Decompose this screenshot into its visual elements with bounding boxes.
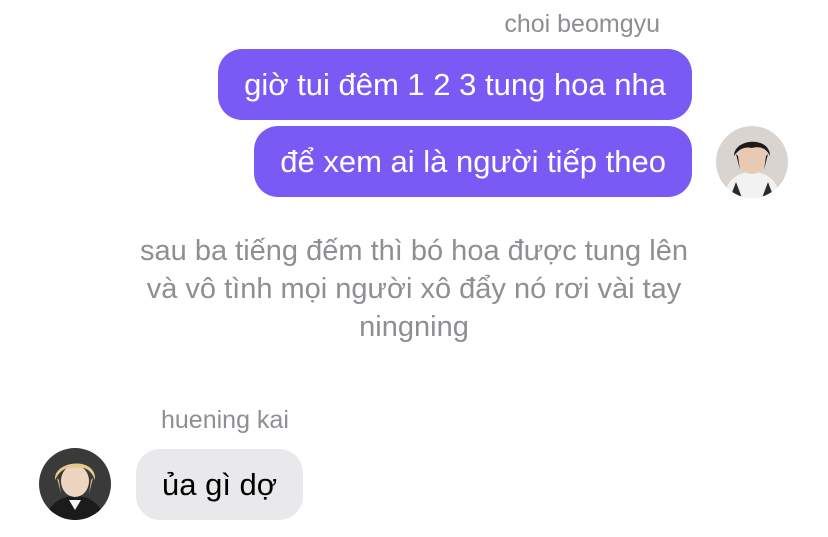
sender-name-right: choi beomgyu: [504, 10, 660, 38]
outgoing-message[interactable]: giờ tui đêm 1 2 3 tung hoa nha: [218, 49, 692, 120]
incoming-message[interactable]: ủa gì dợ: [136, 449, 304, 520]
person-avatar-icon[interactable]: [39, 448, 111, 520]
chat-view: choi beomgyu giờ tui đêm 1 2 3 tung hoa …: [0, 0, 828, 537]
message-text: ủa gì dợ: [162, 466, 278, 502]
narration-line: ningning: [359, 311, 469, 343]
person-avatar-icon[interactable]: [716, 126, 788, 198]
narration-block: sau ba tiếng đếm thì bó hoa được tung lê…: [0, 232, 828, 346]
avatar-left-illustration: [39, 448, 111, 520]
message-text: giờ tui đêm 1 2 3 tung hoa nha: [244, 66, 666, 102]
sender-name-left: huening kai: [161, 406, 289, 434]
narration-line: sau ba tiếng đếm thì bó hoa được tung lê…: [140, 235, 688, 267]
narration-line: và vô tình mọi người xô đẩy nó rơi vài t…: [146, 273, 682, 305]
message-text: để xem ai là người tiếp theo: [280, 143, 666, 179]
outgoing-message[interactable]: để xem ai là người tiếp theo: [254, 126, 692, 197]
avatar-right-illustration: [716, 126, 788, 198]
